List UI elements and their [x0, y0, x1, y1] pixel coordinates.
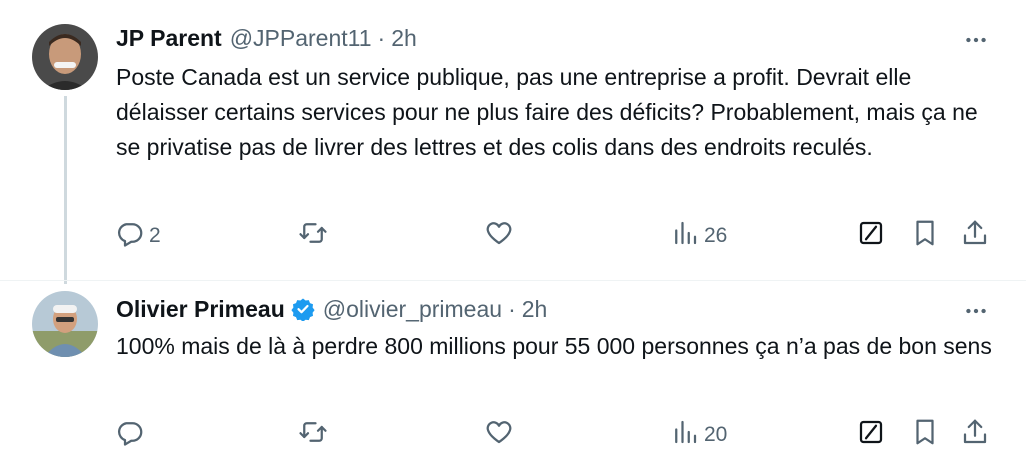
grok-button[interactable]: [856, 218, 886, 254]
retweet-icon: [298, 218, 328, 254]
author-name[interactable]: JP Parent: [116, 25, 222, 52]
bookmark-button[interactable]: [910, 218, 940, 254]
tweet-text: 100% mais de là à perdre 800 millions po…: [116, 333, 992, 359]
view-count: 26: [704, 224, 728, 247]
avatar[interactable]: [32, 291, 98, 357]
views-icon: [670, 218, 700, 254]
tweet-header: Olivier Primeau @olivier_primeau · 2h: [116, 293, 547, 325]
separator-dot: ·: [508, 295, 516, 322]
share-button[interactable]: [960, 218, 990, 254]
timestamp[interactable]: 2h: [522, 296, 548, 323]
retweet-button[interactable]: [298, 417, 332, 453]
views-button[interactable]: 20: [670, 417, 727, 453]
more-icon[interactable]: [960, 24, 992, 56]
reply-button[interactable]: [115, 417, 149, 453]
verified-badge-icon: [291, 297, 315, 321]
reply-count: 2: [149, 224, 161, 247]
bookmark-icon: [910, 218, 940, 254]
share-icon: [960, 218, 990, 254]
more-icon[interactable]: [960, 295, 992, 327]
author-handle[interactable]: @JPParent11: [230, 25, 372, 52]
share-icon: [960, 417, 990, 453]
tweet-text: Poste Canada est un service publique, pa…: [116, 64, 978, 160]
views-icon: [670, 417, 700, 453]
author-name[interactable]: Olivier Primeau: [116, 296, 285, 323]
grok-button[interactable]: [856, 417, 886, 453]
timestamp[interactable]: 2h: [391, 25, 417, 52]
tweet-header: JP Parent @JPParent11 · 2h: [116, 22, 417, 54]
reply-icon: [115, 218, 145, 254]
avatar[interactable]: [32, 24, 98, 90]
thread-line: [64, 96, 67, 284]
like-button[interactable]: [484, 218, 518, 254]
separator-dot: ·: [377, 24, 386, 51]
bookmark-icon: [910, 417, 940, 453]
heart-icon: [484, 417, 514, 453]
author-handle[interactable]: @olivier_primeau: [323, 296, 502, 323]
share-button[interactable]: [960, 417, 990, 453]
retweet-icon: [298, 417, 328, 453]
heart-icon: [484, 218, 514, 254]
bookmark-button[interactable]: [910, 417, 940, 453]
like-button[interactable]: [484, 417, 518, 453]
tweet-jp-parent[interactable]: JP Parent @JPParent11 · 2h Poste Canada …: [0, 0, 1026, 284]
tweet-actions: 2 26: [0, 218, 1026, 254]
retweet-button[interactable]: [298, 218, 332, 254]
tweet-actions: 20: [0, 417, 1026, 453]
reply-icon: [115, 417, 145, 453]
views-button[interactable]: 26: [670, 218, 727, 254]
view-count: 20: [704, 423, 728, 446]
tweet-olivier-primeau[interactable]: Olivier Primeau @olivier_primeau · 2h 10…: [0, 280, 1026, 469]
reply-button[interactable]: 2: [115, 218, 161, 254]
grok-icon: [856, 417, 886, 453]
grok-icon: [856, 218, 886, 254]
